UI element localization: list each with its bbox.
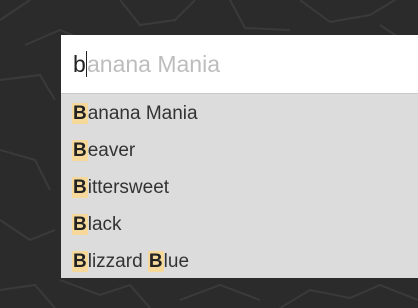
suggestion-label: Bittersweet xyxy=(72,176,169,200)
suggestion-label: Banana Mania xyxy=(72,102,198,126)
match-highlight: B xyxy=(72,140,88,161)
suggestion-item[interactable]: Banana Mania xyxy=(61,95,418,132)
suggestion-text: lack xyxy=(87,214,122,235)
suggestion-text: lue xyxy=(163,251,190,272)
search-typed-text: b xyxy=(73,51,86,77)
suggestion-label: Blizzard Blue xyxy=(72,250,189,274)
match-highlight: B xyxy=(72,251,88,272)
suggestion-text: lizzard xyxy=(87,251,148,272)
match-highlight: B xyxy=(147,251,164,272)
suggestion-item[interactable]: Blizzard Blue xyxy=(61,243,418,280)
suggestion-text: ittersweet xyxy=(87,177,170,198)
autocomplete-ghost-text: anana Mania xyxy=(87,51,220,77)
suggestion-label: Beaver xyxy=(72,139,135,163)
suggestion-text: anana Mania xyxy=(87,103,198,124)
match-highlight: B xyxy=(72,214,88,235)
suggestion-label: Black xyxy=(72,213,122,237)
match-highlight: B xyxy=(72,103,88,124)
match-highlight: B xyxy=(72,177,88,198)
suggestion-item[interactable]: Beaver xyxy=(61,132,418,169)
suggestion-list: Banana Mania Beaver Bittersweet Black Blizza… xyxy=(61,93,418,278)
suggestion-item[interactable]: Bittersweet xyxy=(61,169,418,206)
suggestion-text: eaver xyxy=(87,140,136,161)
search-input[interactable]: b anana Mania xyxy=(61,35,418,93)
suggestion-item[interactable]: Black xyxy=(61,206,418,243)
autocomplete-widget: b anana Mania Banana Mania Beaver Bittersw… xyxy=(61,35,418,278)
